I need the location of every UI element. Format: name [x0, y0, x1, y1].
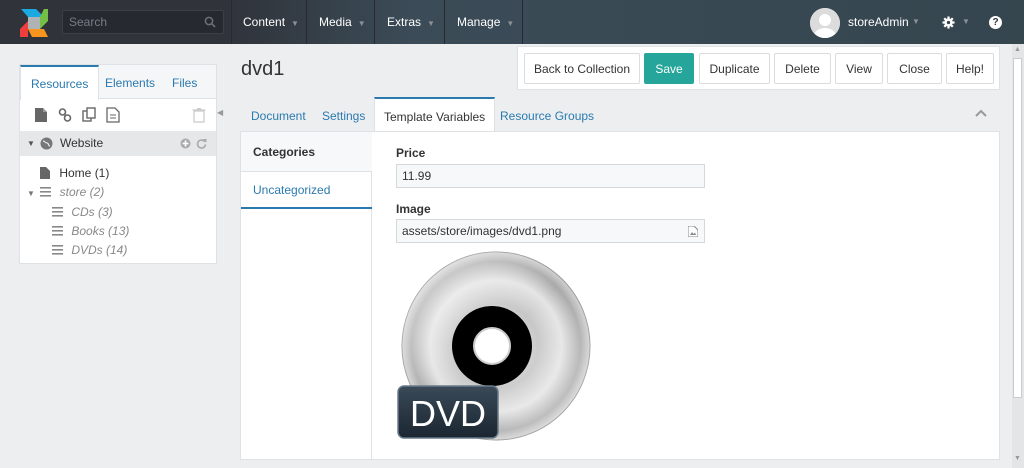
- list-icon: [40, 187, 52, 197]
- browse-image-icon[interactable]: [688, 226, 698, 237]
- chevron-up-icon[interactable]: [975, 108, 987, 118]
- resource-tree-panel: Resources Elements Files ▼ Website Home …: [19, 64, 217, 264]
- category-uncategorized[interactable]: Uncategorized: [241, 172, 372, 209]
- tab-resource-groups[interactable]: Resource Groups: [500, 97, 594, 131]
- delete-button[interactable]: Delete: [774, 53, 831, 84]
- tab-resources[interactable]: Resources: [20, 65, 100, 100]
- static-resource-icon[interactable]: [106, 107, 120, 123]
- nav-extras-label: Extras: [387, 15, 422, 29]
- page-title: dvd1: [241, 58, 285, 80]
- add-icon[interactable]: [180, 138, 191, 149]
- refresh-icon[interactable]: [196, 138, 207, 149]
- view-button[interactable]: View: [835, 53, 883, 84]
- categories-header: Categories: [241, 132, 372, 172]
- nav-content[interactable]: Content ▼: [231, 0, 311, 44]
- help-button[interactable]: Help!: [946, 53, 994, 84]
- back-to-collection-button[interactable]: Back to Collection: [524, 53, 640, 84]
- trash-icon[interactable]: [192, 107, 206, 123]
- scrollbar-thumb[interactable]: [1013, 58, 1022, 398]
- nav-media-label: Media: [319, 15, 352, 29]
- save-button[interactable]: Save: [644, 53, 694, 84]
- search-input[interactable]: [63, 11, 223, 33]
- chevron-down-icon[interactable]: ▼: [912, 0, 920, 44]
- tv-panel: Categories Uncategorized Price 11.99 Ima…: [240, 131, 1000, 460]
- nav-extras[interactable]: Extras ▼: [375, 0, 447, 44]
- dvd-logo-text: DVD: [410, 393, 486, 434]
- gear-icon[interactable]: [942, 16, 955, 29]
- scroll-up-icon[interactable]: ▲: [1013, 46, 1022, 55]
- list-icon: [52, 207, 63, 217]
- tab-template-variables[interactable]: Template Variables: [374, 97, 496, 132]
- left-tabs: Resources Elements Files: [20, 65, 216, 100]
- modx-logo[interactable]: [18, 7, 50, 39]
- tab-settings[interactable]: Settings: [322, 97, 365, 131]
- user-menu[interactable]: storeAdmin: [848, 0, 909, 44]
- price-field[interactable]: 11.99: [396, 164, 705, 188]
- chevron-down-icon[interactable]: ▼: [27, 189, 35, 198]
- image-label: Image: [396, 202, 431, 216]
- duplicate-button[interactable]: Duplicate: [699, 53, 770, 84]
- close-button[interactable]: Close: [887, 53, 942, 84]
- price-label: Price: [396, 146, 426, 160]
- tree-item-label: CDs (3): [71, 205, 113, 219]
- nav-media[interactable]: Media ▼: [307, 0, 378, 44]
- collapse-panel-icon[interactable]: ◀: [217, 107, 225, 119]
- new-document-icon[interactable]: [34, 107, 48, 123]
- image-path: assets/store/images/dvd1.png: [402, 224, 562, 238]
- tab-elements[interactable]: Elements: [105, 65, 155, 99]
- search-box[interactable]: [62, 10, 224, 34]
- image-field[interactable]: assets/store/images/dvd1.png: [396, 219, 705, 243]
- nav-manage[interactable]: Manage ▼: [445, 0, 526, 44]
- tree-item-label: DVDs (14): [71, 243, 128, 257]
- user-icon: [810, 8, 840, 38]
- tree-toolbar: [20, 99, 216, 131]
- dvd-image-preview: DVD: [397, 251, 591, 441]
- tab-document[interactable]: Document: [251, 97, 306, 131]
- nav-manage-label: Manage: [457, 15, 501, 29]
- category-column: Categories Uncategorized: [241, 132, 372, 459]
- tree-item-store[interactable]: ▼ store (2): [27, 184, 104, 202]
- tree-root-website[interactable]: ▼ Website: [20, 131, 216, 156]
- help-icon[interactable]: ?: [989, 16, 1002, 29]
- tree-item-books[interactable]: Books (13): [52, 223, 129, 239]
- search-icon[interactable]: [204, 16, 216, 28]
- chevron-down-icon: ▼: [506, 19, 515, 28]
- link-icon[interactable]: [58, 107, 72, 123]
- tree-root-label: Website: [60, 136, 104, 150]
- resource-tabs: Document Settings Template Variables Res…: [241, 97, 1000, 132]
- globe-icon: [40, 137, 53, 150]
- avatar[interactable]: [810, 8, 840, 38]
- tree-item-dvds[interactable]: DVDs (14): [52, 242, 127, 258]
- copy-icon[interactable]: [82, 107, 96, 123]
- chevron-down-icon: ▼: [427, 19, 435, 28]
- tree-item-label: Home (1): [59, 166, 110, 180]
- tree-item-label: store (2): [59, 185, 105, 199]
- list-icon: [52, 245, 63, 255]
- nav-content-label: Content: [243, 15, 286, 29]
- tree-item-label: Books (13): [71, 224, 130, 238]
- tab-files[interactable]: Files: [172, 65, 197, 99]
- chevron-down-icon[interactable]: ▼: [27, 131, 35, 156]
- tree-item-cds[interactable]: CDs (3): [52, 204, 113, 220]
- chevron-down-icon: ▼: [357, 19, 366, 28]
- nav-divider: [522, 0, 523, 44]
- chevron-down-icon[interactable]: ▼: [962, 0, 970, 44]
- scroll-down-icon[interactable]: ▼: [1013, 455, 1022, 464]
- action-button-bar: Back to Collection Save Duplicate Delete…: [517, 46, 1000, 90]
- top-bar: Content ▼ Media ▼ Extras ▼ Manage ▼ storeAdm…: [0, 0, 1024, 44]
- chevron-down-icon: ▼: [291, 19, 299, 28]
- tree-item-home[interactable]: Home (1): [40, 165, 109, 181]
- list-icon: [52, 226, 63, 236]
- document-icon: [40, 167, 50, 179]
